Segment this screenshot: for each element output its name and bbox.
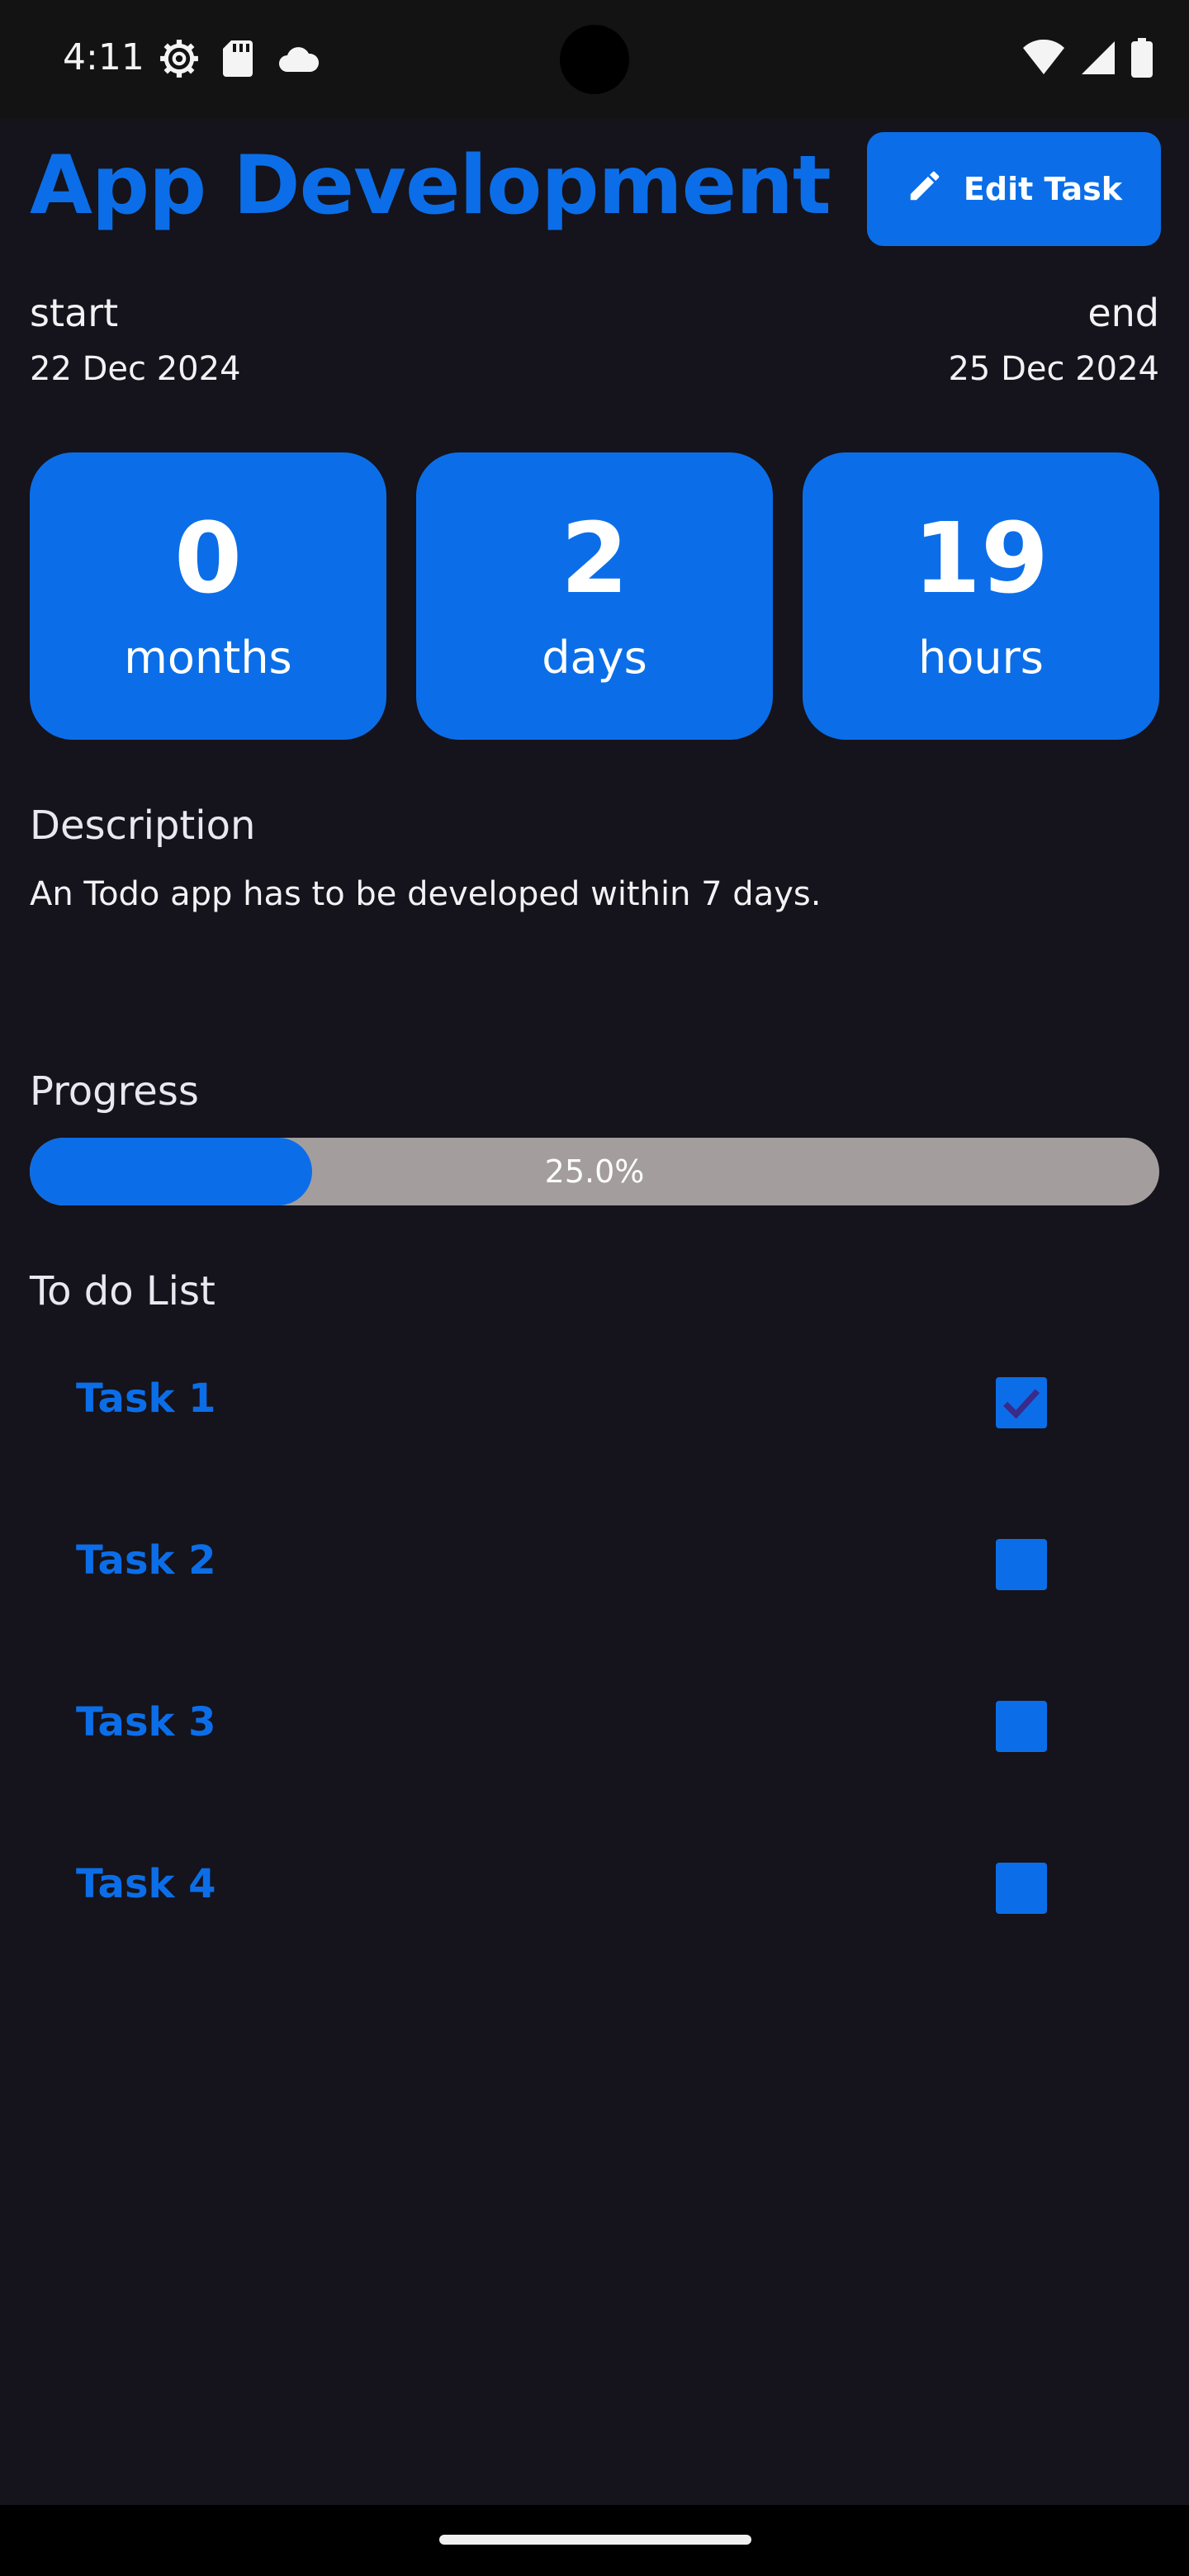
months-unit: months bbox=[124, 631, 292, 684]
todo-item[interactable]: Task 2 bbox=[30, 1514, 1159, 1613]
hours-value: 19 bbox=[912, 500, 1049, 615]
description-heading: Description bbox=[30, 803, 256, 849]
camera-cutout bbox=[560, 25, 629, 94]
countdown-cards: 0 months 2 days 19 hours bbox=[30, 452, 1159, 740]
todo-item-label: Task 3 bbox=[76, 1699, 216, 1745]
months-value: 0 bbox=[173, 500, 243, 615]
todo-item[interactable]: Task 1 bbox=[30, 1352, 1159, 1451]
check-mark-icon bbox=[1003, 1389, 1040, 1419]
days-card: 2 days bbox=[416, 452, 773, 740]
status-right-icons bbox=[1022, 38, 1153, 81]
description-text: An Todo app has to be developed within 7… bbox=[30, 875, 822, 913]
hours-unit: hours bbox=[918, 631, 1044, 684]
edit-task-label: Edit Task bbox=[963, 171, 1123, 207]
status-time: 4:11 bbox=[63, 36, 144, 78]
status-left-icons bbox=[159, 38, 320, 83]
page-title: App Development bbox=[30, 139, 831, 233]
home-indicator[interactable] bbox=[439, 2535, 751, 2545]
todo-item-label: Task 4 bbox=[76, 1861, 216, 1907]
days-value: 2 bbox=[560, 500, 629, 615]
days-unit: days bbox=[542, 631, 647, 684]
sd-card-icon bbox=[221, 39, 254, 82]
battery-icon bbox=[1131, 38, 1153, 81]
todo-checkbox[interactable] bbox=[996, 1701, 1047, 1752]
progress-bar: 25.0% bbox=[30, 1138, 1159, 1205]
status-bar: 4:11 bbox=[0, 0, 1189, 119]
end-date-value: 25 Dec 2024 bbox=[948, 350, 1159, 388]
pencil-icon bbox=[906, 167, 944, 212]
todo-item-label: Task 2 bbox=[76, 1537, 216, 1584]
todo-item[interactable]: Task 4 bbox=[30, 1838, 1159, 1937]
signal-icon bbox=[1080, 40, 1116, 79]
start-date-label: start bbox=[30, 291, 119, 335]
end-date-label: end bbox=[1087, 291, 1159, 335]
wifi-icon bbox=[1022, 39, 1065, 79]
todo-heading: To do List bbox=[30, 1268, 216, 1314]
todo-checkbox[interactable] bbox=[996, 1377, 1047, 1428]
todo-checkbox[interactable] bbox=[996, 1539, 1047, 1590]
hours-card: 19 hours bbox=[803, 452, 1159, 740]
todo-item[interactable]: Task 3 bbox=[30, 1676, 1159, 1775]
todo-item-label: Task 1 bbox=[76, 1376, 216, 1422]
edit-task-button[interactable]: Edit Task bbox=[867, 132, 1161, 246]
todo-checkbox[interactable] bbox=[996, 1863, 1047, 1914]
months-card: 0 months bbox=[30, 452, 386, 740]
cloud-icon bbox=[276, 42, 320, 78]
progress-label: 25.0% bbox=[544, 1153, 645, 1190]
progress-heading: Progress bbox=[30, 1068, 199, 1115]
start-date-value: 22 Dec 2024 bbox=[30, 350, 241, 388]
settings-icon bbox=[159, 38, 200, 83]
